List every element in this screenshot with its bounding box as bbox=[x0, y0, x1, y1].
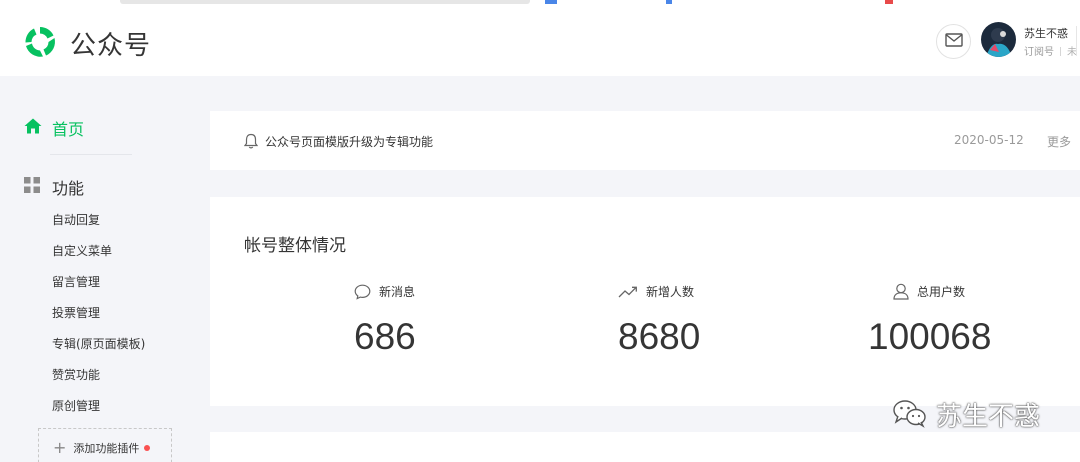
sidebar-item-label: 首页 bbox=[52, 120, 85, 139]
sidebar-item-original[interactable]: 原创管理 bbox=[52, 398, 145, 429]
top-header: 公众号 苏生不惑 订阅号未 bbox=[0, 8, 1080, 76]
sidebar-item-home[interactable]: 首页 bbox=[24, 116, 84, 140]
message-icon bbox=[354, 284, 371, 300]
sidebar-subnav: 自动回复 自定义菜单 留言管理 投票管理 专辑(原页面模板) 赞赏功能 原创管理 bbox=[52, 212, 145, 429]
mail-button[interactable] bbox=[936, 24, 971, 59]
account-name[interactable]: 苏生不惑 bbox=[1024, 25, 1068, 41]
notice-card: 公众号页面模版升级为专辑功能 2020-05-12 更多 bbox=[210, 111, 1080, 170]
plus-icon: + bbox=[53, 438, 67, 457]
watermark-text: 苏生不惑 bbox=[936, 402, 1041, 432]
wechat-logo-icon[interactable] bbox=[22, 24, 58, 60]
account-type-label: 订阅号 bbox=[1024, 47, 1054, 58]
bell-icon bbox=[243, 133, 259, 153]
sidebar-item-auto-reply[interactable]: 自动回复 bbox=[52, 212, 145, 243]
divider bbox=[50, 154, 132, 155]
tab-favicon bbox=[885, 0, 893, 4]
stat-label: 新消息 bbox=[379, 285, 416, 299]
trend-icon bbox=[618, 285, 638, 299]
stat-value: 100068 bbox=[868, 316, 992, 357]
avatar[interactable] bbox=[981, 22, 1016, 57]
account-overview-card: 帐号整体情况 新消息 686 新增人数 8680 总用户数 100068 bbox=[210, 197, 1080, 406]
stat-value: 686 bbox=[354, 316, 416, 357]
sidebar-item-voting[interactable]: 投票管理 bbox=[52, 305, 145, 336]
account-type: 订阅号未 bbox=[1024, 43, 1077, 58]
sidebar-section-label: 功能 bbox=[52, 179, 85, 198]
browser-tab[interactable] bbox=[120, 0, 530, 4]
stat-value: 8680 bbox=[618, 316, 701, 357]
stat-label: 新增人数 bbox=[646, 285, 695, 299]
content-card bbox=[210, 432, 1080, 462]
stat-new-messages[interactable]: 新消息 686 bbox=[354, 283, 416, 358]
section-title: 帐号整体情况 bbox=[244, 236, 346, 256]
sidebar-item-custom-menu[interactable]: 自定义菜单 bbox=[52, 243, 145, 274]
stat-new-followers[interactable]: 新增人数 8680 bbox=[618, 283, 700, 358]
divider bbox=[1076, 26, 1077, 56]
notice-link[interactable]: 公众号页面模版升级为专辑功能 bbox=[265, 133, 433, 150]
tab-favicon bbox=[545, 0, 557, 4]
add-plugin-button[interactable]: + 添加功能插件 bbox=[38, 428, 172, 462]
notice-more-link[interactable]: 更多 bbox=[1047, 133, 1071, 150]
sidebar-item-comments[interactable]: 留言管理 bbox=[52, 274, 145, 305]
notice-date: 2020-05-12 bbox=[954, 133, 1024, 147]
notification-dot bbox=[144, 445, 151, 451]
sidebar-section-functions[interactable]: 功能 bbox=[24, 175, 84, 199]
browser-tab-strip bbox=[0, 0, 1080, 8]
wechat-chat-icon bbox=[892, 398, 928, 432]
brand-title: 公众号 bbox=[70, 31, 152, 61]
stat-label: 总用户数 bbox=[917, 285, 966, 299]
stat-total-users[interactable]: 总用户数 100068 bbox=[868, 283, 991, 358]
tab-favicon bbox=[666, 0, 672, 4]
sidebar-item-reward[interactable]: 赞赏功能 bbox=[52, 367, 145, 398]
watermark: 苏生不惑 bbox=[892, 396, 1040, 433]
divider bbox=[1060, 47, 1061, 56]
home-icon bbox=[24, 118, 42, 138]
grid-icon bbox=[24, 177, 40, 197]
mail-icon bbox=[944, 32, 963, 51]
add-plugin-label: 添加功能插件 bbox=[73, 442, 140, 455]
sidebar: 首页 功能 自动回复 自定义菜单 留言管理 投票管理 专辑(原页面模板) 赞赏功… bbox=[0, 76, 200, 462]
user-icon bbox=[893, 283, 909, 300]
sidebar-item-albums[interactable]: 专辑(原页面模板) bbox=[52, 336, 145, 367]
